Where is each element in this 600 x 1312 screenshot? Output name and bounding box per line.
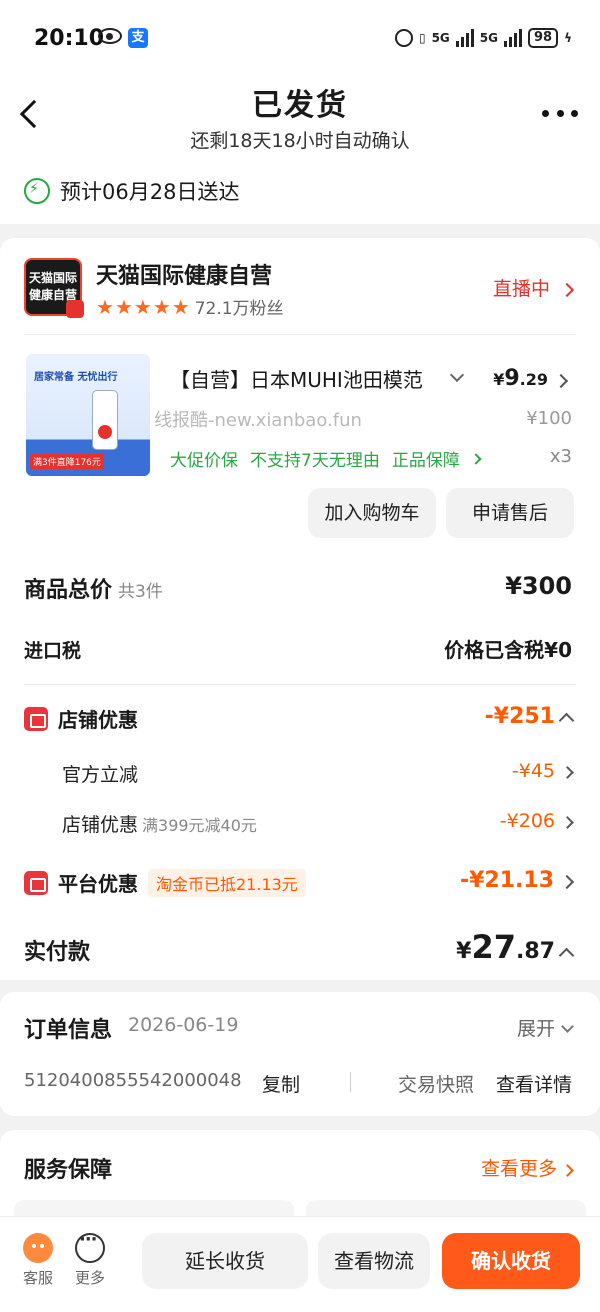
confirm-receipt-button[interactable]: 确认收货 — [442, 1233, 580, 1289]
after-sale-button[interactable]: 申请售后 — [446, 488, 574, 538]
lightning-icon — [24, 178, 50, 204]
shop-rating: ★ ★ ★ ★ ★ 72.1万粉丝 — [96, 294, 284, 320]
live-link[interactable]: 直播中 — [493, 274, 575, 301]
guarantee-tag: 不支持7天无理由 — [250, 451, 380, 471]
total-price-value: ¥300 — [505, 572, 572, 600]
official-discount-label: 官方立减 — [62, 764, 139, 786]
alipay-icon: 支 — [128, 28, 148, 48]
order-date: 2026-06-19 — [128, 1014, 239, 1036]
add-to-cart-button[interactable]: 加入购物车 — [308, 488, 436, 538]
chevron-right-icon — [559, 874, 575, 890]
live-badge-icon — [66, 300, 84, 318]
original-price: ¥100 — [526, 408, 572, 429]
platform-discount-value[interactable]: -¥21.13 — [460, 868, 575, 893]
shop-discount-value[interactable]: -¥251 — [485, 704, 575, 729]
chevron-right-icon — [559, 282, 575, 298]
chevron-right-icon — [561, 766, 574, 779]
page-title: 已发货 — [252, 88, 348, 123]
status-time: 20:10 — [34, 26, 105, 51]
product-title[interactable]: 【自营】日本MUHI池田模范 — [170, 364, 440, 393]
more-button[interactable]: 更多 — [68, 1229, 112, 1288]
shop-discount-label[interactable]: 店铺优惠 — [24, 704, 138, 733]
chevron-right-icon — [561, 816, 574, 829]
bottle-graphic — [92, 390, 118, 450]
platform-discount-label[interactable]: 平台优惠 淘金币已抵21.13元 — [24, 868, 306, 897]
battery-icon: 98 — [527, 28, 559, 48]
service-title: 服务保障 — [24, 1158, 113, 1183]
store-discount-label: 店铺优惠 满399元减40元 — [62, 814, 257, 836]
status-bar: 20:10 支 ▯ 5G 5G 98 ϟ — [0, 0, 600, 80]
order-info-card: 订单信息 2026-06-19 展开 5120400855542000048 复… — [0, 992, 600, 1116]
signal-icon — [455, 29, 474, 47]
divider — [24, 684, 576, 685]
extend-receipt-button[interactable]: 延长收货 — [142, 1233, 308, 1289]
chevron-down-icon — [561, 1020, 574, 1033]
vibrate-icon: ▯ — [418, 31, 426, 45]
auto-confirm-countdown: 还剩18天18小时自动确认 — [190, 130, 410, 152]
chevron-right-icon[interactable] — [553, 373, 569, 389]
guarantee-tag: 大促价保 — [170, 451, 238, 471]
taojinbi-badge: 淘金币已抵21.13元 — [148, 868, 306, 897]
network-type-1: 5G — [431, 31, 450, 45]
bottom-action-bar: 客服 更多 延长收货 查看物流 确认收货 — [0, 1216, 600, 1312]
order-info-title: 订单信息 — [24, 1018, 113, 1043]
star-icon: ★ — [133, 294, 152, 319]
import-tax-value: 价格已含税¥0 — [444, 638, 572, 662]
network-type-2: 5G — [479, 31, 498, 45]
product-image[interactable]: 居家常备 无忧出行 满3件直降176元 — [26, 354, 150, 476]
service-more-link[interactable]: 查看更多 — [481, 1154, 574, 1181]
guarantee-tags[interactable]: 大促价保 不支持7天无理由 正品保障 — [170, 446, 482, 471]
paid-amount-value[interactable]: ¥27.87 — [456, 928, 575, 966]
star-icon: ★ — [171, 294, 190, 319]
shop-logo[interactable]: 天猫国际 健康自营 — [24, 258, 84, 318]
order-card: 天猫国际 健康自营 天猫国际健康自营 ★ ★ ★ ★ ★ 72.1万粉丝 直播中… — [0, 238, 600, 980]
eye-icon — [98, 28, 122, 44]
guarantee-tag: 正品保障 — [391, 451, 460, 471]
product-price: ¥9.29 — [493, 366, 548, 391]
star-icon: ★ — [114, 294, 133, 319]
customer-service-button[interactable]: 客服 — [16, 1233, 60, 1288]
total-price-label: 商品总价 共3件 — [24, 578, 163, 603]
paid-amount-label: 实付款 — [24, 940, 91, 965]
view-logistics-button[interactable]: 查看物流 — [318, 1233, 430, 1289]
more-icon — [75, 1229, 105, 1263]
shop-icon — [24, 706, 48, 731]
more-options-icon[interactable] — [542, 110, 578, 120]
view-details-link[interactable]: 查看详情 — [496, 1070, 572, 1097]
store-discount-note: 满399元减40元 — [142, 816, 257, 835]
copy-button[interactable]: 复制 — [262, 1070, 300, 1097]
store-discount-value[interactable]: -¥206 — [500, 810, 574, 832]
header: 已发货 还剩18天18小时自动确认 预计06月28日送达 — [0, 80, 600, 224]
chevron-down-icon[interactable] — [449, 367, 465, 383]
expand-button[interactable]: 展开 — [517, 1014, 574, 1041]
chevron-up-icon — [558, 947, 575, 964]
customer-service-icon — [23, 1233, 53, 1263]
charging-icon: ϟ — [564, 31, 572, 45]
delivery-eta: 预计06月28日送达 — [24, 176, 239, 206]
divider — [350, 1072, 351, 1092]
star-icon: ★ — [152, 294, 171, 319]
chevron-up-icon — [558, 712, 575, 729]
item-count: 共3件 — [118, 582, 163, 602]
chevron-right-icon — [470, 452, 482, 465]
snapshot-link[interactable]: 交易快照 — [398, 1070, 474, 1097]
signal-icon-2 — [503, 29, 522, 47]
product-quantity: x3 — [549, 446, 572, 467]
alarm-icon — [394, 29, 413, 47]
watermark: 线报酷-new.xianbao.fun — [154, 410, 362, 431]
divider — [24, 334, 576, 335]
shop-name[interactable]: 天猫国际健康自营 — [96, 258, 272, 290]
import-tax-label: 进口税 — [24, 640, 82, 662]
star-icon: ★ — [96, 294, 114, 319]
order-number: 5120400855542000048 — [24, 1070, 242, 1091]
fans-count: 72.1万粉丝 — [194, 299, 284, 319]
official-discount-value[interactable]: -¥45 — [512, 760, 574, 782]
coupon-icon — [24, 870, 48, 895]
chevron-right-icon — [561, 1164, 574, 1177]
status-icons: ▯ 5G 5G 98 ϟ — [394, 28, 572, 48]
eta-text: 预计06月28日送达 — [60, 180, 240, 204]
